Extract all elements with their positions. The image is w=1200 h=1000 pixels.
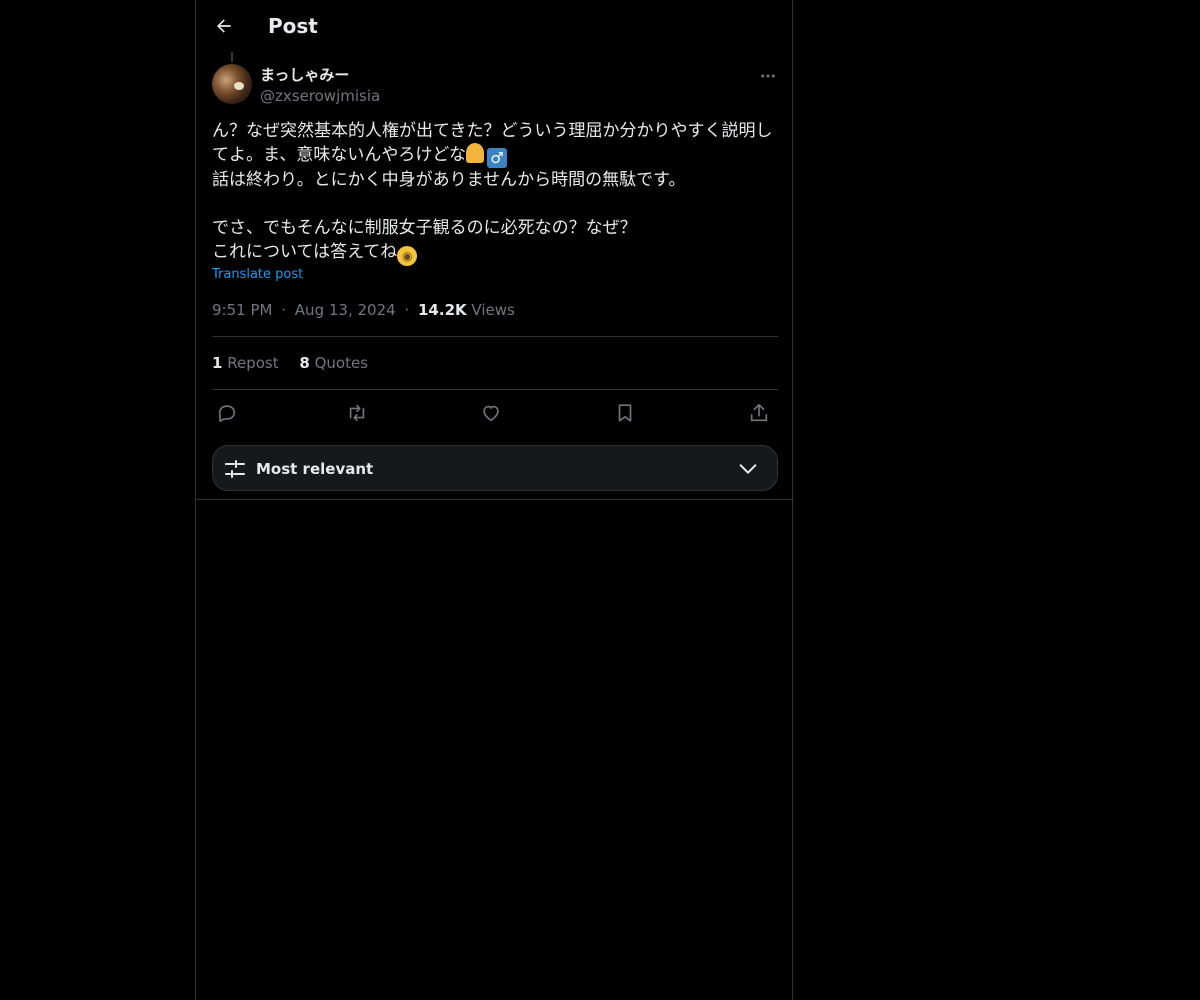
- post-stats: 1 Repost 8 Quotes: [212, 353, 384, 373]
- reposts-label: Repost: [227, 354, 279, 372]
- like-icon: [483, 405, 499, 422]
- quotes-label: Quotes: [314, 354, 369, 372]
- reposts-count: 1: [212, 354, 223, 372]
- author-handle[interactable]: @zxserowjmisia: [260, 86, 380, 106]
- post-text-line: 話は終わり。とにかく中身がありませんから時間の無駄です。: [212, 170, 686, 190]
- share-icon: [750, 403, 768, 422]
- bookmark-button[interactable]: [610, 400, 640, 426]
- divider: [212, 389, 778, 390]
- primary-column: Post まっしゃみー @zxserowjmisia ん？なぜ突然基本的人権が出…: [195, 0, 794, 1000]
- like-button[interactable]: [476, 400, 506, 426]
- post-text-line: これについては答えてね ◉: [212, 240, 778, 266]
- author-display-name[interactable]: まっしゃみー: [260, 65, 349, 85]
- person-shrugging-emoji: [465, 143, 484, 163]
- male-sign-emoji: ♂: [486, 148, 507, 168]
- sliders-icon: [225, 460, 245, 478]
- post-date[interactable]: Aug 13, 2024: [295, 301, 396, 319]
- sort-replies-dropdown[interactable]: Most relevant: [212, 445, 778, 491]
- more-options-button[interactable]: [756, 64, 780, 88]
- meta-separator: ·: [281, 301, 287, 319]
- share-button[interactable]: [744, 400, 774, 426]
- meta-separator: ·: [404, 301, 410, 319]
- avatar[interactable]: [212, 64, 252, 104]
- views-label: Views: [471, 301, 515, 319]
- divider: [212, 336, 778, 337]
- post-text-fragment: これについては答えてね: [212, 242, 398, 262]
- post-text: ん？なぜ突然基本的人権が出てきた？どういう理屈か分かりやすく説明し てよ。ま、意…: [212, 119, 778, 266]
- post-action-bar: [212, 400, 778, 426]
- page-title: Post: [268, 14, 318, 38]
- reposts-stat[interactable]: 1 Repost: [212, 354, 279, 372]
- post-text-line: でさ、でもそんなに制服女子観るのに必死なの？なぜ？: [212, 218, 637, 238]
- page-header: Post: [196, 0, 794, 53]
- post-time[interactable]: 9:51 PM: [212, 301, 272, 319]
- repost-button[interactable]: [342, 400, 372, 426]
- post-text-fragment: てよ。ま、意味ないんやろけどな: [212, 145, 466, 165]
- quotes-stat[interactable]: 8 Quotes: [299, 354, 368, 372]
- post-text-line: ん？なぜ突然基本的人権が出てきた？どういう理屈か分かりやすく説明し: [212, 121, 773, 141]
- face-with-monocle-emoji: ◉: [397, 246, 418, 266]
- sort-label: Most relevant: [256, 460, 374, 478]
- thread-connector-line: [231, 52, 233, 62]
- repost-icon: [349, 404, 365, 422]
- quotes-count: 8: [299, 354, 310, 372]
- reply-icon: [218, 405, 236, 423]
- post-text-line: てよ。ま、意味ないんやろけどな ♂: [212, 143, 778, 168]
- arrow-left-icon: [217, 19, 231, 33]
- divider: [196, 499, 794, 500]
- views-count: 14.2K: [418, 301, 467, 319]
- bookmark-icon: [618, 404, 632, 422]
- reply-button[interactable]: [212, 400, 242, 426]
- translate-post-link[interactable]: Translate post: [212, 266, 303, 284]
- back-button[interactable]: [208, 10, 240, 42]
- chevron-down-icon: [739, 464, 757, 474]
- more-horizontal-icon: [761, 74, 775, 78]
- post-text-blank-line: [212, 192, 778, 216]
- post-metadata: 9:51 PM · Aug 13, 2024 · 14.2K Views: [212, 300, 515, 320]
